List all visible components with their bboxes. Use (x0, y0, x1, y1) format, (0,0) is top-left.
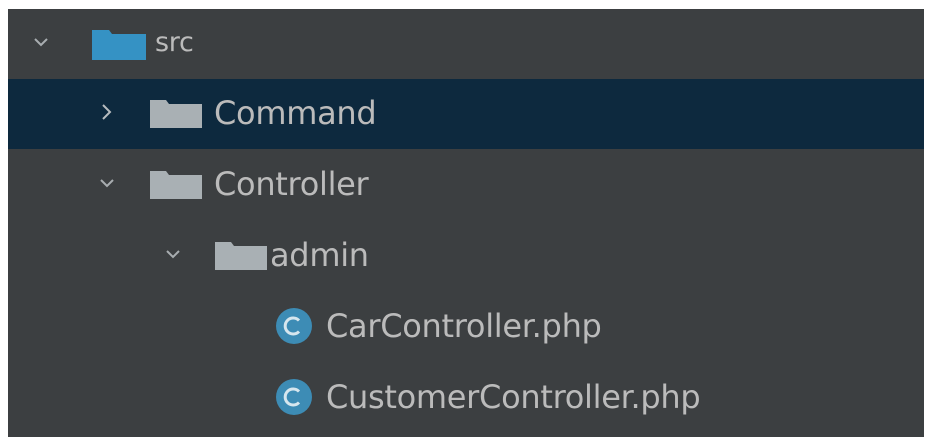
folder-icon (150, 100, 202, 128)
tree-row-command[interactable]: Command (8, 79, 924, 149)
chevron-down-icon[interactable] (32, 33, 50, 51)
tree-label-command: Command (214, 94, 377, 132)
tree-row-controller[interactable]: Controller (8, 150, 924, 220)
tree-label-file: CarController.php (326, 307, 602, 345)
tree-label-controller: Controller (214, 165, 369, 203)
tree-row-file[interactable]: CarController.php (8, 292, 924, 362)
tree-label-admin: admin (270, 236, 369, 274)
tree-label-src: src (155, 27, 194, 58)
tree-row-src[interactable]: src (8, 9, 924, 79)
tree-row-file[interactable]: CustomerController.php (8, 363, 924, 433)
tree-label-file: CustomerController.php (326, 378, 701, 416)
php-class-icon (274, 306, 314, 346)
tree-row-admin[interactable]: admin (8, 221, 924, 291)
source-folder-icon (92, 30, 146, 60)
chevron-down-icon[interactable] (98, 174, 116, 192)
project-tree: src Command Controller admin CarControll… (8, 9, 924, 437)
php-class-icon (274, 377, 314, 417)
chevron-right-icon[interactable] (98, 103, 116, 121)
folder-icon (215, 242, 267, 270)
folder-icon (150, 171, 202, 199)
chevron-down-icon[interactable] (164, 245, 182, 263)
